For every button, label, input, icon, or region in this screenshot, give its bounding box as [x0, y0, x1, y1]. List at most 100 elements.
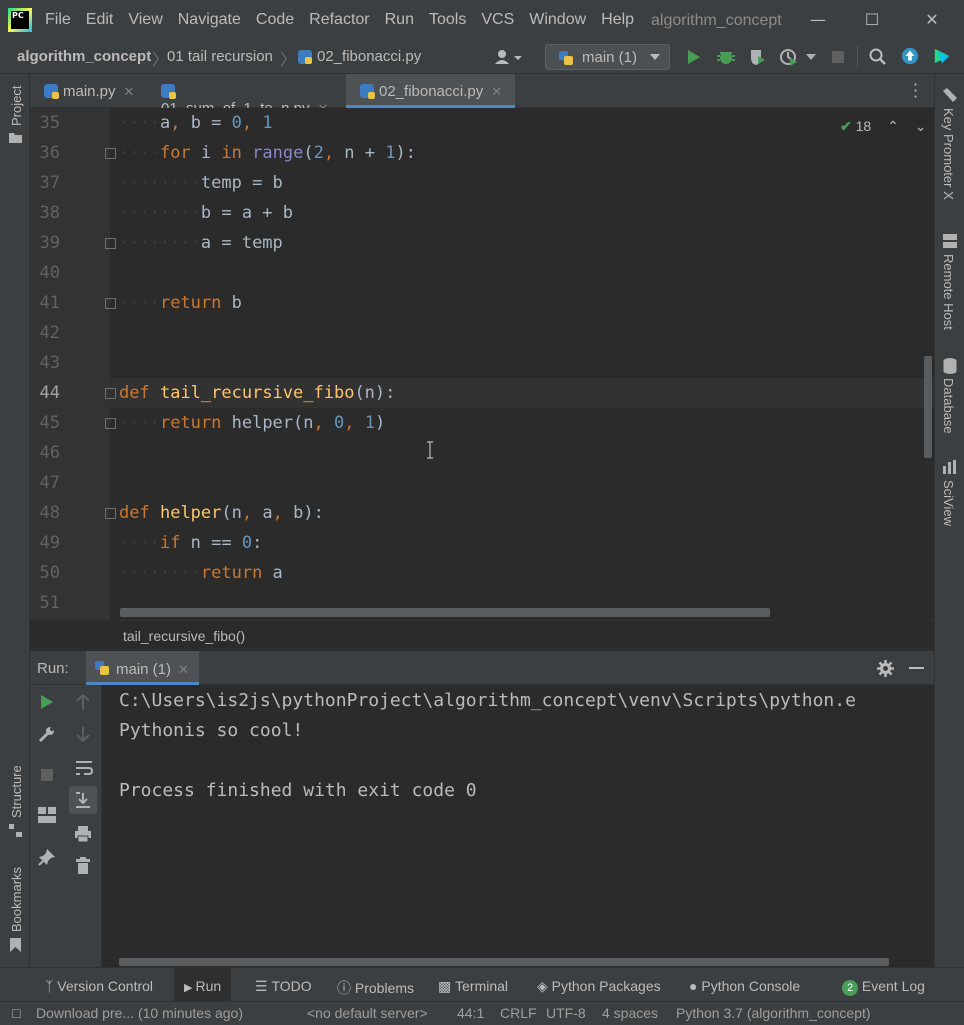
line-number: 45 [39, 413, 60, 433]
breadcrumb-file[interactable]: 02_fibonacci.py [317, 48, 421, 65]
print-icon[interactable] [74, 825, 92, 843]
status-encoding[interactable]: UTF-8 [546, 1005, 586, 1021]
code-editor[interactable]: 35 36 37 38 39 40 41 42 43 44 45 46 47 4… [30, 108, 934, 620]
line-number: 38 [39, 203, 60, 223]
version-control-tool-button[interactable]: ᛉ Version Control [45, 978, 153, 994]
soft-wrap-icon[interactable] [74, 759, 94, 777]
bookmarks-tool-tab[interactable]: Bookmarks [9, 867, 24, 932]
packages-icon: ◈ [537, 978, 552, 994]
chevron-up-icon[interactable]: ⌃ [887, 118, 899, 134]
wrench-icon[interactable] [38, 725, 56, 743]
breadcrumb-folder[interactable]: 01 tail recursion [167, 48, 273, 65]
update-icon[interactable] [901, 47, 919, 65]
chevron-down-icon[interactable] [806, 54, 816, 62]
close-tab-icon[interactable]: ✕ [491, 84, 502, 99]
key-promoter-tool-tab[interactable]: Key Promoter X [941, 108, 956, 200]
project-tool-tab[interactable]: Project [9, 86, 24, 126]
sciview-tool-tab[interactable]: SciView [941, 480, 956, 526]
status-interpreter[interactable]: Python 3.7 (algorithm_concept) [676, 1005, 871, 1021]
event-log-tool-button[interactable]: 2 Event Log [842, 978, 925, 996]
fold-icon[interactable] [105, 508, 116, 519]
menu-refactor[interactable]: Refactor [309, 11, 369, 29]
arrow-down-icon[interactable] [74, 725, 92, 743]
fold-icon[interactable] [105, 418, 116, 429]
python-console-tool-button[interactable]: ● Python Console [689, 978, 800, 994]
menu-edit[interactable]: Edit [86, 11, 114, 29]
menu-help[interactable]: Help [601, 11, 634, 29]
menu-window[interactable]: Window [529, 11, 586, 29]
menu-view[interactable]: View [128, 11, 162, 29]
menu-file[interactable]: File [45, 11, 71, 29]
run-icon[interactable] [685, 48, 703, 66]
fold-icon[interactable] [105, 238, 116, 249]
status-toggle-icon[interactable]: □ [12, 1005, 20, 1021]
tab-02-fibonacci-py[interactable]: 02_fibonacci.py ✕ [346, 74, 515, 108]
vertical-scrollbar[interactable] [924, 356, 932, 458]
layout-icon[interactable] [38, 807, 56, 823]
fold-icon[interactable] [105, 148, 116, 159]
structure-tool-tab[interactable]: Structure [9, 765, 24, 818]
menu-code[interactable]: Code [256, 11, 294, 29]
fold-icon[interactable] [105, 388, 116, 399]
minimize-icon[interactable]: — [808, 10, 828, 30]
close-tab-icon[interactable]: ✕ [178, 662, 189, 677]
python-packages-tool-button[interactable]: ◈ Python Packages [537, 978, 661, 995]
scroll-to-end-icon[interactable] [74, 791, 92, 809]
console-horizontal-scrollbar[interactable] [119, 958, 889, 966]
gear-icon[interactable] [877, 660, 894, 677]
user-icon[interactable] [494, 49, 524, 65]
arrow-up-icon[interactable] [74, 693, 92, 711]
status-caret-position[interactable]: 44:1 [457, 1005, 484, 1021]
inspection-widget[interactable]: ✔ 18 ⌃ ⌄ [840, 118, 926, 135]
pin-icon[interactable] [38, 848, 56, 866]
horizontal-scrollbar[interactable] [120, 608, 770, 617]
pycharm-logo-icon: PC [8, 8, 32, 32]
chevron-right-icon: 〉 [152, 50, 169, 69]
tab-01-sum-of-1-to-n-py[interactable]: 01_sum_of_1_to_n.py✕ [147, 74, 346, 117]
status-server[interactable]: <no default server> [307, 1005, 428, 1021]
run-console[interactable]: C:\Users\is2js\pythonProject\algorithm_c… [103, 685, 934, 967]
python-file-icon [298, 50, 312, 64]
trash-icon[interactable] [74, 857, 92, 875]
tab-main-py[interactable]: main.py ✕ [30, 74, 147, 108]
chevron-down-icon[interactable]: ⌄ [915, 118, 927, 134]
remote-host-tool-tab[interactable]: Remote Host [941, 254, 956, 330]
coverage-icon[interactable] [749, 48, 767, 66]
toolbar-divider [857, 46, 858, 68]
jetbrains-toolbox-icon[interactable] [933, 47, 951, 65]
line-number: 44 [39, 383, 60, 403]
close-tab-icon[interactable]: ✕ [124, 84, 135, 99]
list-icon: ☰ [255, 978, 272, 994]
breadcrumb-project[interactable]: algorithm_concept [17, 48, 151, 65]
minimize-panel-icon[interactable] [909, 667, 924, 669]
run-icon: ▶ [184, 982, 196, 994]
menu-run[interactable]: Run [385, 11, 414, 29]
profile-icon[interactable] [780, 48, 798, 66]
stop-icon[interactable] [829, 48, 847, 66]
editor-breadcrumb[interactable]: tail_recursive_fibo() [123, 628, 245, 644]
menu-tools[interactable]: Tools [429, 11, 466, 29]
run-configuration-label: main (1) [582, 49, 638, 66]
maximize-icon[interactable]: ☐ [862, 10, 882, 30]
run-tab-main[interactable]: main (1) ✕ [86, 651, 199, 685]
terminal-tool-button[interactable]: ▩ Terminal [438, 978, 508, 995]
tool-label: Run [195, 978, 222, 994]
run-configuration-select[interactable]: main (1) [545, 44, 670, 70]
search-icon[interactable] [869, 48, 887, 66]
menu-navigate[interactable]: Navigate [178, 11, 241, 29]
line-number: 42 [39, 323, 60, 343]
status-message[interactable]: Download pre... (10 minutes ago) [36, 1005, 243, 1021]
database-tool-tab[interactable]: Database [941, 378, 956, 434]
status-line-separator[interactable]: CRLF [500, 1005, 537, 1021]
problems-tool-button[interactable]: ⓘ Problems [337, 978, 414, 998]
status-indent[interactable]: 4 spaces [602, 1005, 658, 1021]
run-tool-button[interactable]: ▶ Run [174, 968, 232, 1002]
fold-icon[interactable] [105, 298, 116, 309]
more-tabs-icon[interactable]: · · · [913, 77, 918, 105]
menu-vcs[interactable]: VCS [481, 11, 514, 29]
debug-icon[interactable] [717, 48, 735, 66]
close-icon[interactable]: ✕ [922, 10, 942, 30]
todo-tool-button[interactable]: ☰ TODO [255, 978, 312, 995]
rerun-icon[interactable] [38, 693, 56, 711]
stop-icon[interactable] [38, 766, 56, 784]
